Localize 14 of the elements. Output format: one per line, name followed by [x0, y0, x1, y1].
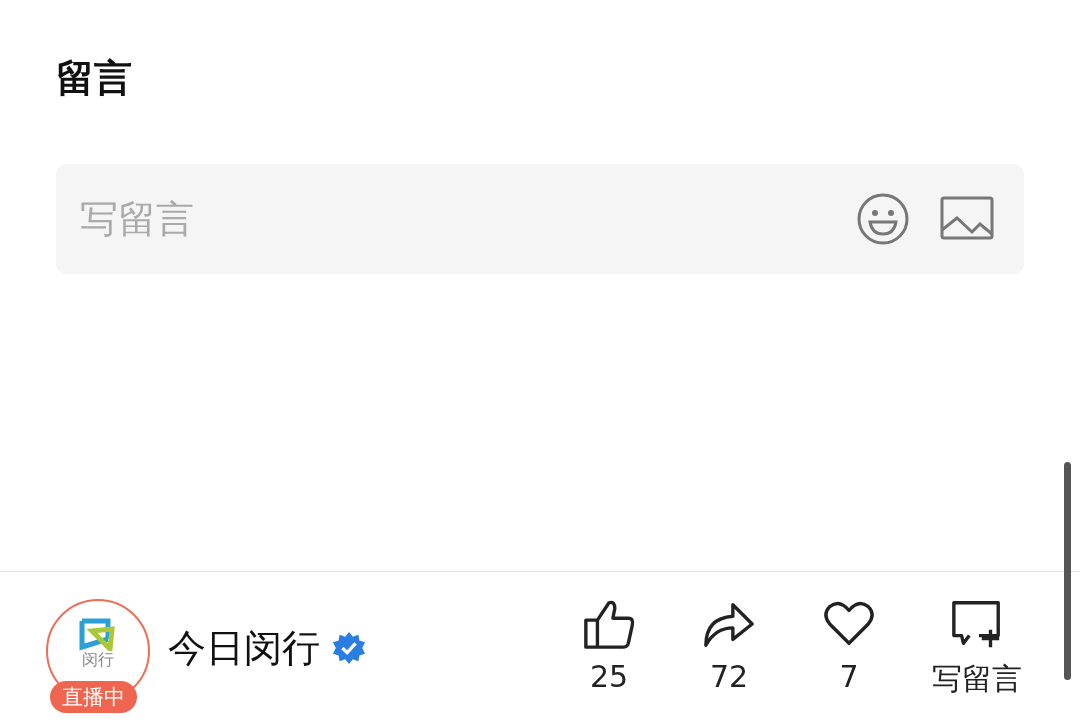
section-title: 留言 [56, 55, 133, 102]
emoji-icon[interactable] [856, 192, 910, 246]
live-badge: 直播中 [50, 681, 137, 713]
comment-button[interactable]: 写留言 [922, 596, 1032, 700]
comment-input-field[interactable]: 写留言 [78, 196, 826, 242]
share-button[interactable]: 72 [682, 596, 776, 700]
image-icon[interactable] [940, 196, 994, 242]
logo-icon [78, 617, 118, 651]
favorite-button[interactable]: 7 [802, 596, 896, 700]
scrollbar[interactable] [1064, 462, 1071, 680]
comment-bar[interactable]: 写留言 [56, 164, 1024, 274]
account-name[interactable]: 今日闵行 [168, 622, 320, 674]
logo-text: 闵行 [82, 651, 114, 669]
like-button[interactable]: 25 [562, 596, 656, 700]
